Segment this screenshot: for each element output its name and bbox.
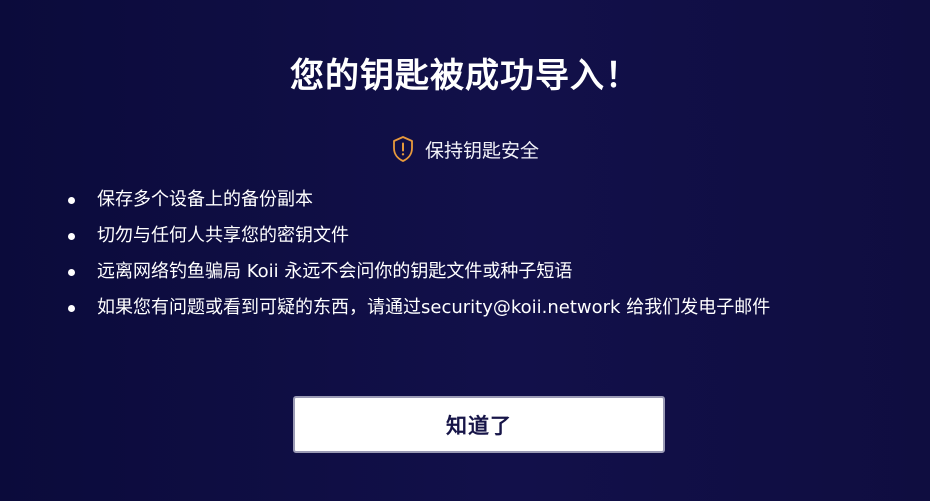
safety-heading: 保持钥匙安全	[424, 139, 539, 162]
tip-text: 保存多个设备上的备份副本	[97, 189, 313, 210]
bullet-icon	[68, 269, 75, 276]
bullet-icon	[68, 197, 75, 204]
list-item: 保存多个设备上的备份副本	[64, 184, 914, 220]
list-item: 如果您有问题或看到可疑的东西，请通过security@koii.network …	[64, 292, 914, 328]
got-it-button[interactable]: 知道了	[293, 396, 665, 453]
dialog-title: 您的钥匙被成功导入！	[290, 56, 640, 96]
list-item: 远离网络钓鱼骗局 Koii 永远不会问你的钥匙文件或种子短语	[64, 256, 914, 292]
bullet-icon	[68, 233, 75, 240]
safety-heading-row: 保持钥匙安全	[0, 135, 930, 163]
tip-text: 远离网络钓鱼骗局 Koii 永远不会问你的钥匙文件或种子短语	[97, 261, 573, 282]
security-tips-list: 保存多个设备上的备份副本 切勿与任何人共享您的密钥文件 远离网络钓鱼骗局 Koi…	[64, 184, 914, 328]
tip-text: 切勿与任何人共享您的密钥文件	[97, 225, 349, 246]
shield-exclamation-icon	[391, 135, 415, 163]
tip-text: 如果您有问题或看到可疑的东西，请通过security@koii.network …	[97, 297, 771, 318]
bullet-icon	[68, 305, 75, 312]
list-item: 切勿与任何人共享您的密钥文件	[64, 220, 914, 256]
